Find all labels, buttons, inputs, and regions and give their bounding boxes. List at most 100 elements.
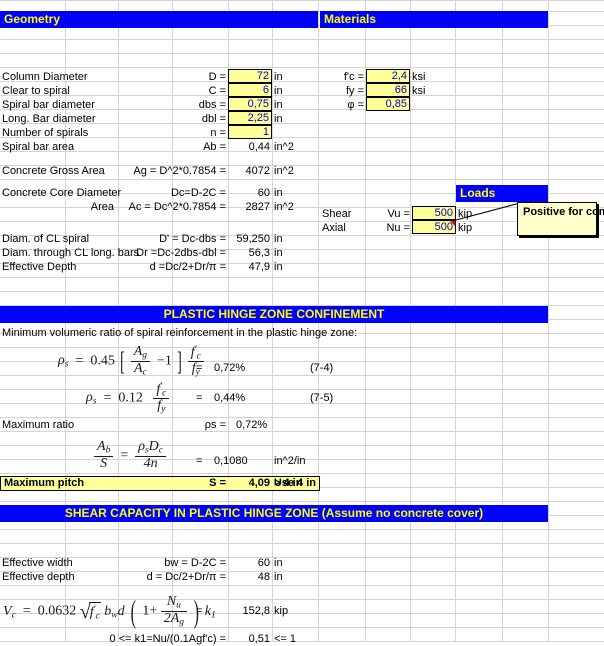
label-spiral-bar-diameter: Spiral bar diameter (2, 99, 95, 111)
equals-7-4: = (196, 362, 203, 374)
unit-vc: kip (274, 605, 289, 617)
label-maximum-ratio: Maximum ratio (2, 419, 75, 431)
label-column-diameter: Column Diameter (2, 71, 88, 83)
value-effective-depth-shear: 48 (257, 571, 270, 583)
equation-vc: Vc = 0.0632 √ f′c bwd ( 1+ Nu 2Ag ) k1 (3, 593, 216, 629)
result-7-4: 0,72% (214, 362, 246, 374)
symbol-number-of-spirals: n = (210, 127, 226, 139)
symbol-maximum-pitch: S = (209, 477, 226, 489)
symbol-effective-width: bw = D-2C = (164, 557, 226, 569)
label-effective-depth-shear: Effective depth (2, 571, 75, 583)
unit-effective-depth-shear: in (274, 571, 283, 583)
label-spiral-bar-area: Spiral bar area (2, 141, 75, 153)
unit-effective-depth: in (274, 261, 283, 273)
value-concrete-gross-area: 4072 (245, 165, 270, 177)
result-vc: 152,8 (242, 605, 270, 617)
unit-ab-over-s: in^2/in (274, 455, 306, 467)
equation-ab-over-s: Ab S = ρsDc 4n (94, 439, 167, 471)
unit-column-diameter: in (274, 71, 283, 83)
symbol-fc: f'c = (343, 71, 364, 83)
unit-concrete-core-area: in^2 (274, 201, 294, 213)
value-effective-depth: 47,9 (248, 261, 270, 273)
symbol-concrete-core-area: Ac = Dc^2*0.7854 = (128, 201, 226, 213)
value-maximum-ratio: 0,72% (236, 419, 268, 431)
spreadsheet-canvas[interactable]: Geometry Materials Loads PLASTIC HINGE Z… (0, 0, 604, 645)
input-shear-vu[interactable]: 500 (412, 206, 456, 220)
unit-diam-cl-spiral: in (274, 233, 283, 245)
input-clear-to-spiral[interactable]: 6 (228, 83, 272, 97)
symbol-long-bar-diameter: dbl = (201, 113, 226, 125)
symbol-fy: fy = (345, 85, 364, 97)
label-number-of-spirals: Number of spirals (2, 127, 89, 139)
value-diam-cl-spiral: 59,250 (236, 233, 270, 245)
reference-7-4: (7-4) (310, 362, 334, 374)
label-concrete-core-area: Area (90, 201, 114, 213)
label-clear-to-spiral: Clear to spiral (2, 85, 70, 97)
unit-concrete-core-diameter: in (274, 187, 283, 199)
label-maximum-pitch: Maximum pitch (4, 477, 85, 489)
label-effective-depth: Effective Depth (2, 261, 77, 273)
value-concrete-core-area: 2827 (245, 201, 270, 213)
equation-7-4-coefficient: 0.45 (90, 353, 115, 369)
reference-7-5: (7-5) (310, 392, 334, 404)
symbol-concrete-core-diameter: Dc=D-2C = (170, 187, 226, 199)
label-long-bar-diameter: Long. Bar diameter (2, 113, 96, 125)
symbol-diam-through-cl-long-bars: Dr =Dc-2dbs-dbl = (136, 247, 226, 259)
unit-shear-vu: kip (458, 208, 473, 220)
unit-long-bar-diameter: in (274, 113, 283, 125)
text-minimum-volumetric-ratio: Minimum volumeric ratio of spiral reinfo… (2, 327, 358, 339)
comment-indicator-icon (450, 221, 455, 226)
symbol-diam-cl-spiral: D' = Dc-dbs = (159, 233, 226, 245)
symbol-effective-depth: d =Dc/2+Dr/π = (149, 261, 226, 273)
symbol-nu: Nu = (386, 222, 410, 234)
result-ab-over-s: 0,1080 (214, 455, 248, 467)
symbol-vu: Vu = (387, 208, 410, 220)
symbol-column-diameter: D = (208, 71, 226, 83)
input-phi[interactable]: 0,85 (366, 97, 410, 111)
result-7-5: 0,44% (214, 392, 246, 404)
value-k1: 0,51 (248, 633, 270, 645)
symbol-phi: φ = (347, 99, 364, 111)
label-shear: Shear (322, 208, 352, 220)
label-concrete-core-diameter: Concrete Core Diameter (2, 187, 122, 199)
compare-k1: <= 1 (274, 633, 297, 645)
symbol-concrete-gross-area: Ag = D^2*0.7854 = (133, 165, 226, 177)
equals-vc: = (196, 605, 203, 617)
unit-clear-to-spiral: in (274, 85, 283, 97)
section-banner-loads: Loads (456, 185, 548, 202)
symbol-effective-depth-shear: d = Dc/2+Dr/π = (146, 571, 226, 583)
unit-number-of-spirals (274, 126, 316, 140)
symbol-spiral-bar-diameter: dbs = (198, 99, 226, 111)
input-number-of-spirals[interactable]: 1 (228, 125, 272, 139)
equation-7-5-coefficient: 0.12 (118, 390, 143, 406)
input-column-diameter[interactable]: 72 (228, 69, 272, 83)
label-effective-width: Effective width (2, 557, 73, 569)
unit-spiral-bar-diameter: in (274, 99, 283, 111)
input-fy[interactable]: 66 (366, 83, 410, 97)
equation-7-5: ρs = 0.12 f′c fy (86, 380, 170, 415)
unit-phi (412, 98, 452, 112)
unit-diam-through-cl-long-bars: in (274, 247, 283, 259)
unit-fc: ksi (412, 71, 426, 83)
section-banner-plastic-hinge-zone: PLASTIC HINGE ZONE CONFINEMENT (0, 306, 548, 323)
input-fc[interactable]: 2,4 (366, 69, 410, 83)
value-spiral-bar-area: 0,44 (248, 141, 270, 153)
equation-vc-coefficient: 0.0632 (37, 603, 77, 619)
equation-7-4: ρs = 0.45 [ Ag Ac −1 ] f′c fy (58, 343, 204, 378)
value-concrete-core-diameter: 60 (257, 187, 270, 199)
equals-ab-over-s: = (196, 455, 203, 467)
section-banner-materials: Materials (320, 11, 548, 28)
comment-callout-positive-for-compression: Positive for compression (517, 202, 604, 236)
input-long-bar-diameter[interactable]: 2,25 (228, 111, 272, 125)
symbol-spiral-bar-area: Ab = (203, 141, 226, 153)
unit-axial-nu: kip (458, 222, 473, 234)
input-spiral-bar-diameter[interactable]: 0,75 (228, 97, 272, 111)
note-maximum-pitch: Use 4 in (273, 477, 316, 489)
equals-7-5: = (196, 392, 203, 404)
label-axial: Axial (322, 222, 346, 234)
value-diam-through-cl-long-bars: 56,3 (248, 247, 270, 259)
section-banner-shear-capacity: SHEAR CAPACITY IN PLASTIC HINGE ZONE (As… (0, 505, 548, 522)
unit-effective-width: in (274, 557, 283, 569)
symbol-maximum-ratio: ρs = (204, 419, 226, 431)
unit-concrete-gross-area: in^2 (274, 165, 294, 177)
